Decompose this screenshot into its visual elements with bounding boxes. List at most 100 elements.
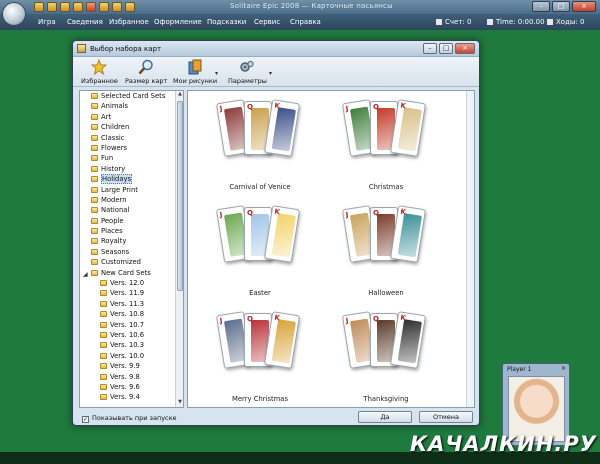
menu-bar: Игра Сведения Избранное Оформление Подск…: [0, 2, 600, 30]
tree-item-label: Vers. 11.9: [110, 289, 145, 298]
tree-item-label: History: [101, 164, 126, 173]
folder-icon: [100, 331, 107, 338]
tree-item[interactable]: Modern: [80, 195, 183, 205]
folder-icon: [91, 103, 98, 110]
dialog-icon: [77, 44, 86, 53]
scroll-down-icon[interactable]: ▼: [176, 399, 183, 407]
scroll-up-icon[interactable]: ▲: [176, 91, 183, 99]
tree-item[interactable]: Art: [80, 112, 183, 122]
parameters-button[interactable]: Параметры: [228, 59, 267, 85]
tree-scrollbar[interactable]: ▲ ▼: [175, 91, 183, 407]
tree-item[interactable]: Vers. 11.3: [80, 299, 183, 309]
tree-item[interactable]: Vers. 9.9: [80, 361, 183, 371]
favorites-button[interactable]: Избранное: [81, 59, 118, 85]
menu-favorites[interactable]: Избранное: [109, 18, 149, 26]
parameters-dropdown-icon[interactable]: ▾: [269, 70, 272, 77]
card-size-button[interactable]: Размер карт: [125, 59, 167, 85]
deck-item[interactable]: J Q K Christmas: [331, 97, 441, 193]
folder-icon: [91, 144, 98, 151]
tree-item[interactable]: Places: [80, 226, 183, 236]
tree-item[interactable]: Fun: [80, 153, 183, 163]
deck-item[interactable]: J Q K Halloween: [331, 203, 441, 299]
player-close-icon[interactable]: ×: [561, 365, 566, 372]
tree-item[interactable]: Vers. 11.9: [80, 288, 183, 298]
deck-item[interactable]: J Q K Merry Christmas: [205, 309, 315, 405]
maximize-button[interactable]: □: [552, 1, 570, 12]
card-rank: Q: [373, 103, 379, 111]
tree-item[interactable]: ◢ New Card Sets: [80, 268, 183, 278]
tree-item[interactable]: Seasons: [80, 247, 183, 257]
tree-item[interactable]: Large Print: [80, 185, 183, 195]
tree-item[interactable]: Children: [80, 122, 183, 132]
tree-item[interactable]: Vers. 10.6: [80, 330, 183, 340]
quick-access-icon[interactable]: [34, 2, 44, 12]
parameters-label: Параметры: [228, 77, 267, 85]
folder-icon: [100, 290, 107, 297]
cancel-button[interactable]: Отмена: [419, 411, 473, 423]
tree-item[interactable]: Royalty: [80, 236, 183, 246]
card-rank: Q: [373, 209, 379, 217]
folder-icon: [91, 228, 98, 235]
menu-info[interactable]: Сведения: [67, 18, 103, 26]
tree-item[interactable]: Vers. 10.3: [80, 340, 183, 350]
close-button[interactable]: ×: [572, 1, 596, 12]
tree-item[interactable]: Classic: [80, 133, 183, 143]
tree-item[interactable]: Selected Card Sets: [80, 91, 183, 101]
tree-item-label: Royalty: [101, 237, 127, 246]
tree-item[interactable]: Animals: [80, 101, 183, 111]
deck-cards: JQK: [210, 97, 310, 177]
tree-scroll-thumb[interactable]: [177, 101, 183, 291]
deck-item[interactable]: J Q K Easter: [205, 203, 315, 299]
minimize-button[interactable]: –: [532, 1, 550, 12]
tree-item-label: Vers. 11.3: [110, 299, 145, 308]
my-pictures-dropdown-icon[interactable]: ▾: [215, 70, 218, 77]
tree-item[interactable]: Vers. 10.7: [80, 320, 183, 330]
tree-item[interactable]: Vers. 12.0: [80, 278, 183, 288]
quick-access-icon[interactable]: [86, 2, 96, 12]
tree-item[interactable]: Vers. 9.6: [80, 382, 183, 392]
time-text: Time: 0:00.00: [496, 18, 545, 26]
my-pictures-button[interactable]: Мои рисунки: [173, 59, 217, 85]
folder-icon: [100, 342, 107, 349]
tree-item[interactable]: Customized: [80, 257, 183, 267]
tree-item[interactable]: Vers. 10.8: [80, 309, 183, 319]
deck-label: Thanksgiving: [363, 395, 409, 403]
menu-hints[interactable]: Подсказки: [207, 18, 246, 26]
quick-access-icon[interactable]: [125, 2, 135, 12]
tree-item[interactable]: Vers. 10.0: [80, 351, 183, 361]
dialog-close-button[interactable]: ×: [455, 43, 475, 54]
folder-icon: [91, 186, 98, 193]
deck-label: Christmas: [368, 183, 404, 191]
folder-icon: [100, 363, 107, 370]
menu-game[interactable]: Игра: [38, 18, 56, 26]
dialog-titlebar[interactable]: Выбор набора карт – □ ×: [73, 41, 479, 57]
show-on-start-checkbox[interactable]: ✓ Показывать при запуске: [82, 414, 177, 423]
deck-item[interactable]: J Q K Carnival of Venice: [205, 97, 315, 193]
quick-access-icon[interactable]: [73, 2, 83, 12]
menu-help[interactable]: Справка: [290, 18, 321, 26]
tree-item[interactable]: Vers. 9.8: [80, 372, 183, 382]
menu-appearance[interactable]: Оформление: [154, 18, 202, 26]
quick-access-icon[interactable]: [99, 2, 109, 12]
card-set-tree: Selected Card Sets Animals Art Children Clas…: [79, 90, 184, 408]
tree-item[interactable]: Vers. 9.4: [80, 392, 183, 402]
quick-access-icon[interactable]: [47, 2, 57, 12]
preview-scrollbar[interactable]: [466, 91, 474, 407]
app-menu-orb[interactable]: [2, 2, 26, 26]
tree-item-label: Large Print: [101, 185, 138, 194]
tree-item[interactable]: Holidays: [80, 174, 183, 185]
pictures-icon: [188, 59, 202, 75]
menu-service[interactable]: Сервис: [254, 18, 280, 26]
dialog-minimize-button[interactable]: –: [423, 43, 437, 54]
tree-item[interactable]: Flowers: [80, 143, 183, 153]
quick-access-icon[interactable]: [112, 2, 122, 12]
tree-item[interactable]: People: [80, 216, 183, 226]
dialog-maximize-button[interactable]: □: [439, 43, 453, 54]
tree-item[interactable]: History: [80, 164, 183, 174]
tree-item[interactable]: National: [80, 205, 183, 215]
deck-item[interactable]: J Q K Thanksgiving: [331, 309, 441, 405]
dialog-controls: – □ ×: [423, 43, 475, 54]
ok-button[interactable]: Да: [358, 411, 412, 423]
checkbox-box[interactable]: ✓: [82, 416, 89, 423]
quick-access-icon[interactable]: [60, 2, 70, 12]
